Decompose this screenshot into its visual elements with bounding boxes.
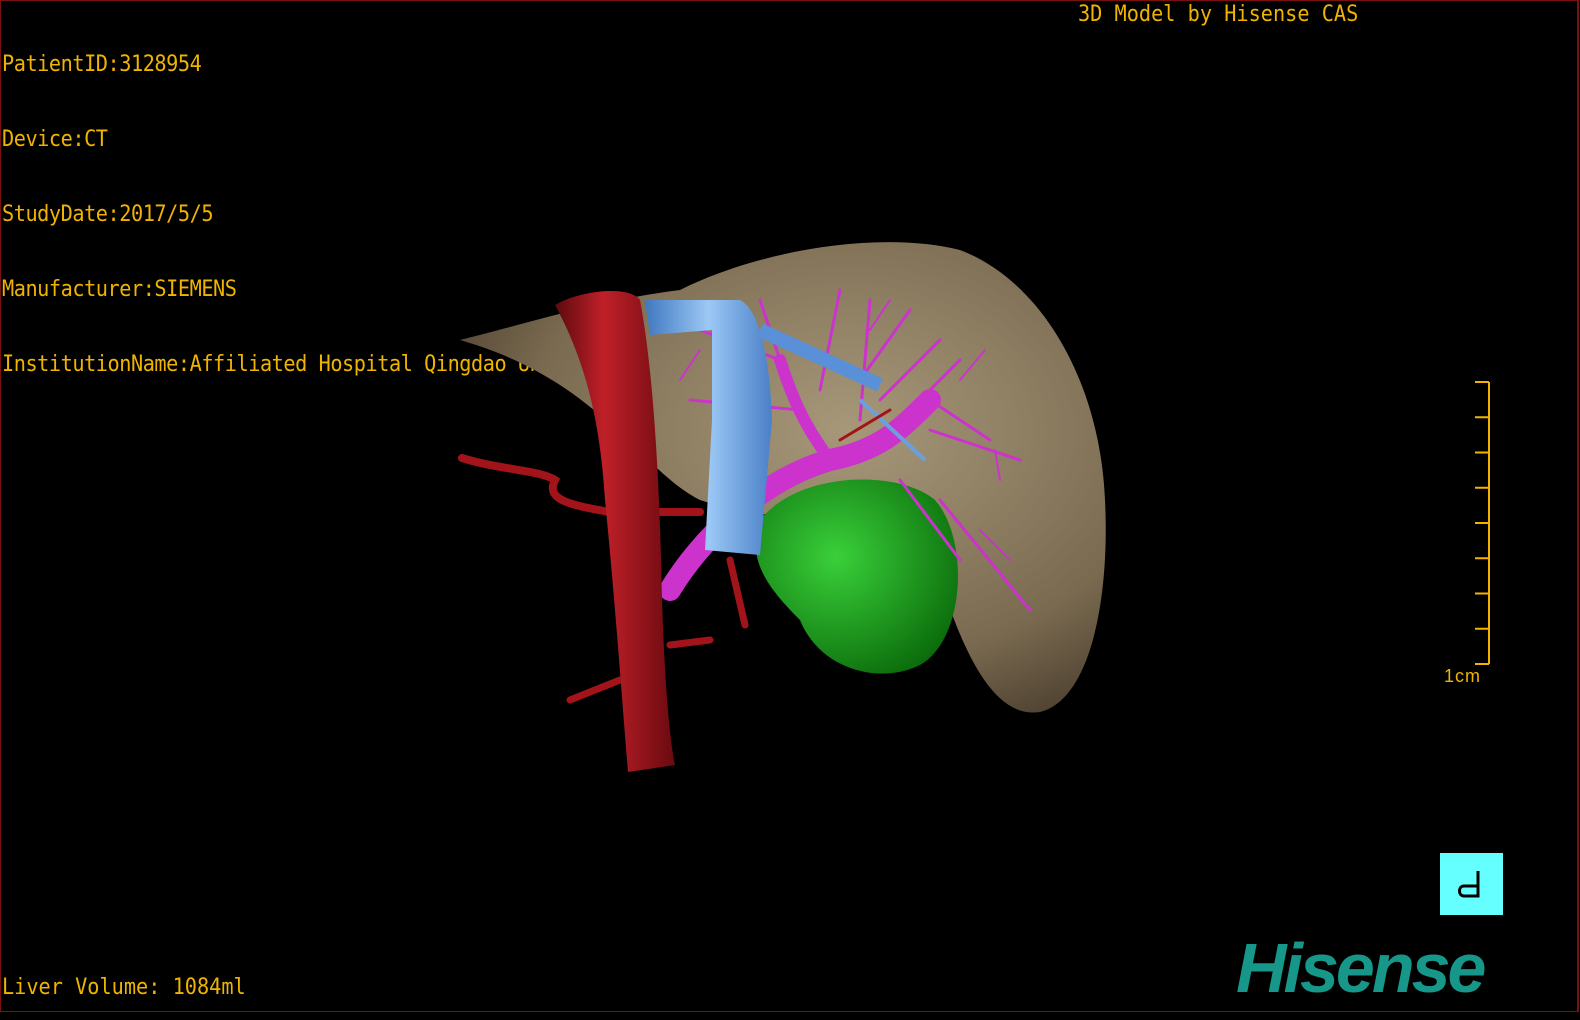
liver-volume: Liver Volume: 1084ml — [2, 975, 246, 1000]
orientation-marker[interactable] — [1440, 853, 1503, 915]
orientation-d-icon — [1458, 871, 1480, 898]
hisense-logo: Hisense — [1236, 929, 1486, 1007]
scale-bar — [1475, 381, 1490, 665]
tumor — [755, 479, 958, 674]
3d-liver-model[interactable] — [0, 0, 1580, 1020]
scale-label: 1cm — [1444, 666, 1482, 686]
